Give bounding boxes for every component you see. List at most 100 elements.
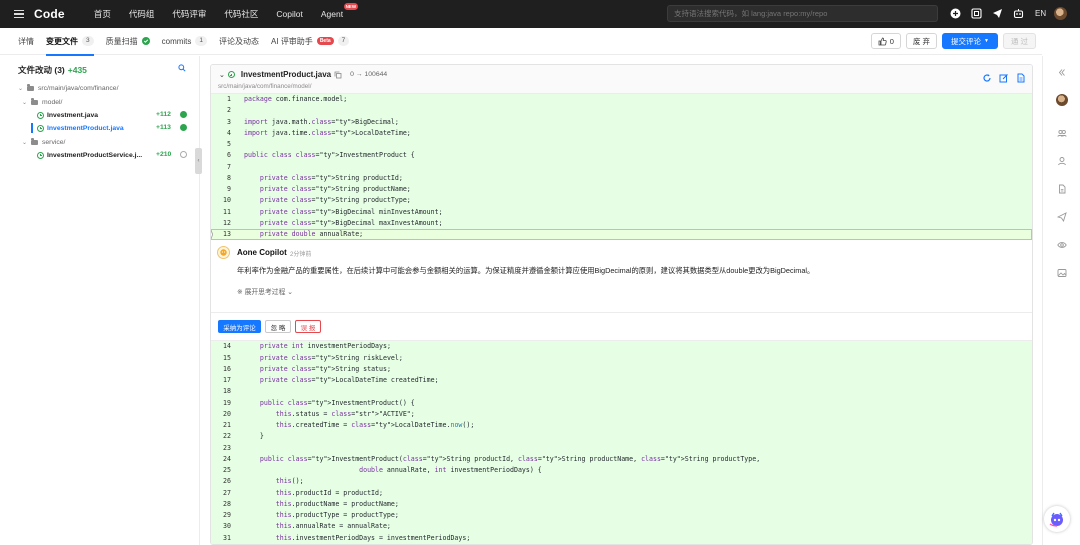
tab-quality-scan[interactable]: 质量扫描	[100, 28, 156, 55]
code-line[interactable]: 15 private class="ty">String riskLevel;	[211, 352, 1032, 364]
comment-time: 2分钟前	[290, 252, 312, 259]
diff-file-name: InvestmentProduct.java	[240, 70, 332, 79]
chevron-down-icon[interactable]: ⌄	[219, 71, 225, 79]
tab-comments-activity[interactable]: 评论及动态	[213, 28, 265, 55]
code-line[interactable]: 16 private class="ty">String status;	[211, 363, 1032, 375]
code-line[interactable]: 18	[211, 386, 1032, 398]
copy-icon[interactable]	[334, 71, 342, 79]
code-line[interactable]: 13 private double annualRate;+	[211, 229, 1032, 241]
code-line[interactable]: 26 this();	[211, 476, 1032, 488]
abandon-button[interactable]: 废 弃	[905, 33, 938, 49]
code-line[interactable]: 11 private class="ty">BigDecimal minInve…	[211, 206, 1032, 218]
code-line[interactable]: 22 }	[211, 431, 1032, 443]
like-button[interactable]: 0	[870, 33, 901, 49]
code-line[interactable]: 30 this.annualRate = annualRate;	[211, 521, 1032, 533]
nav-code-community[interactable]: 代码社区	[215, 0, 267, 28]
user-icon[interactable]	[1055, 154, 1068, 167]
edit-icon[interactable]	[999, 73, 1009, 83]
tree-file-investment[interactable]: Investment.java	[37, 109, 98, 121]
tab-label: 评论及动态	[219, 36, 260, 46]
user-avatar[interactable]	[1054, 7, 1068, 20]
review-tab-bar: 详情 变更文件 3 质量扫描 commits 1 评论及动态 AI 评审助手 B…	[0, 28, 1042, 56]
line-number: 22	[223, 432, 231, 441]
tree-folder-model[interactable]: ⌄ model/	[22, 96, 62, 108]
scan-icon[interactable]	[970, 7, 983, 20]
tab-commits[interactable]: commits 1	[156, 28, 213, 55]
nav-copilot[interactable]: Copilot	[267, 0, 311, 28]
tree-folder-service[interactable]: ⌄ service/	[22, 136, 65, 148]
nav-code-groups[interactable]: 代码组	[120, 0, 164, 28]
code-line[interactable]: 31 this.investmentPeriodDays = investmen…	[211, 532, 1032, 544]
search-icon[interactable]	[178, 64, 186, 74]
code-line[interactable]: 9 private class="ty">String productName;	[211, 184, 1032, 196]
folder-icon	[27, 84, 34, 91]
language-switch[interactable]: EN	[1035, 9, 1046, 18]
image-icon[interactable]	[1055, 266, 1068, 279]
tab-details[interactable]: 详情	[18, 28, 40, 55]
bot-icon[interactable]	[1012, 7, 1025, 20]
code-text: import java.time.class="ty">LocalDateTim…	[244, 128, 411, 137]
tree-file-investment-product[interactable]: InvestmentProduct.java	[37, 122, 124, 134]
global-search-input[interactable]	[667, 5, 938, 22]
send-icon[interactable]	[1055, 210, 1068, 223]
code-line[interactable]: 23	[211, 442, 1032, 454]
code-line[interactable]: 4 import java.time.class="ty">LocalDateTi…	[211, 127, 1032, 139]
line-number: 16	[223, 364, 231, 373]
code-line[interactable]: 24 public class="ty">InvestmentProduct(c…	[211, 453, 1032, 465]
code-line[interactable]: 19 public class="ty">InvestmentProduct()…	[211, 397, 1032, 409]
code-block-bottom: 14 private int investmentPeriodDays; 15 p…	[211, 341, 1032, 544]
code-line[interactable]: 27 this.productId = productId;	[211, 487, 1032, 499]
code-text: private class="ty">String productId;	[259, 173, 403, 182]
nav-home[interactable]: 首页	[85, 0, 120, 28]
menu-icon[interactable]	[14, 10, 24, 18]
code-line[interactable]: 29 this.productType = productType;	[211, 510, 1032, 522]
refresh-icon[interactable]	[982, 73, 992, 83]
code-line[interactable]: 17 private class="ty">LocalDateTime crea…	[211, 375, 1032, 387]
code-line[interactable]: 10 private class="ty">String productType…	[211, 195, 1032, 207]
expand-thinking-toggle[interactable]: ※ 展开思考过程 ⌄	[237, 286, 293, 296]
approve-button[interactable]: 通 过	[1003, 33, 1036, 49]
send-icon[interactable]	[991, 7, 1004, 20]
nav-agent[interactable]: Agent NEW	[312, 0, 359, 28]
tree-folder-src[interactable]: ⌄ src/main/java/com/finance/	[18, 82, 118, 94]
collapse-right-icon[interactable]	[1055, 66, 1068, 79]
view-file-icon[interactable]	[1016, 73, 1026, 83]
tab-label: AI 评审助手	[271, 36, 313, 46]
collapse-sidebar-handle[interactable]: ‹	[195, 148, 202, 174]
false-positive-button[interactable]: 误 报	[295, 320, 321, 334]
line-number: 2	[227, 106, 231, 115]
code-line[interactable]: 28 this.productName = productName;	[211, 498, 1032, 510]
reviewers-icon[interactable]	[1055, 126, 1068, 139]
nav-code-review[interactable]: 代码评审	[163, 0, 215, 28]
submit-review-button[interactable]: 提交评论 ▼	[942, 33, 998, 49]
code-line[interactable]: 3 import java.math.class="ty">BigDecimal;	[211, 116, 1032, 128]
line-number: 26	[223, 477, 231, 486]
reviewer-avatar[interactable]	[1055, 93, 1068, 106]
tree-file-investment-product-service[interactable]: InvestmentProductService.j...	[37, 149, 142, 161]
code-line[interactable]: 6 public class class="ty">InvestmentProdu…	[211, 150, 1032, 162]
ai-assistant-bot-icon[interactable]	[1044, 506, 1070, 532]
code-line[interactable]: 25 double annualRate, int investmentPeri…	[211, 465, 1032, 477]
brand-logo[interactable]: Code	[34, 7, 65, 21]
code-line[interactable]: 20 this.status = class="str">"ACTIVE";	[211, 408, 1032, 420]
code-line[interactable]: 21 this.createdTime = class="ty">LocalDa…	[211, 420, 1032, 432]
document-icon[interactable]	[1055, 182, 1068, 195]
code-line[interactable]: 8 private class="ty">String productId;	[211, 172, 1032, 184]
code-line[interactable]: 14 private int investmentPeriodDays;	[211, 341, 1032, 353]
code-text: this.productId = productId;	[275, 488, 383, 497]
plus-icon[interactable]	[949, 7, 962, 20]
ignore-button[interactable]: 忽 略	[265, 320, 291, 334]
eye-icon[interactable]	[1055, 238, 1068, 251]
adopt-as-comment-button[interactable]: 采纳为评论	[218, 320, 261, 334]
tab-changed-files[interactable]: 变更文件 3	[40, 28, 100, 56]
tab-ai-review[interactable]: AI 评审助手 Beta 7	[265, 28, 355, 55]
code-line[interactable]: 2	[211, 105, 1032, 117]
code-line[interactable]: 1 package com.finance.model;	[211, 94, 1032, 106]
code-line[interactable]: 7	[211, 161, 1032, 173]
comment-author: Aone Copilot	[237, 248, 287, 258]
code-line[interactable]: 5	[211, 139, 1032, 151]
check-icon	[180, 111, 187, 118]
code-line[interactable]: 12 private class="ty">BigDecimal maxInve…	[211, 217, 1032, 229]
